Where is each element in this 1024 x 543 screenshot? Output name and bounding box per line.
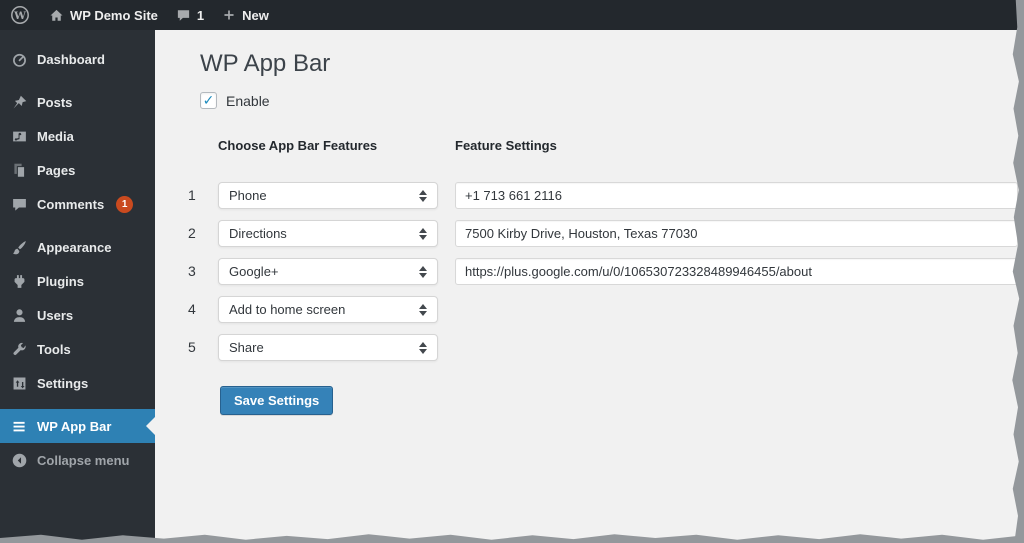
visit-site-link[interactable]: WP Demo Site: [40, 0, 167, 30]
appearance-icon: [10, 238, 28, 256]
feature-select-3[interactable]: Google+: [218, 258, 438, 285]
sidebar-item-comments[interactable]: Comments 1: [0, 187, 155, 221]
sidebar-item-label: Comments: [37, 196, 105, 212]
select-stepper-icon: [419, 341, 429, 354]
admin-sidebar: Dashboard Posts Media Pages Comments 1 A…: [0, 30, 155, 543]
tools-icon: [10, 340, 28, 358]
comments-icon: [10, 195, 28, 213]
feature-select-1[interactable]: Phone: [218, 182, 438, 209]
selected-feature: Directions: [229, 226, 287, 241]
feature-select-4[interactable]: Add to home screen: [218, 296, 438, 323]
sidebar-item-media[interactable]: Media: [0, 119, 155, 153]
posts-icon: [10, 93, 28, 111]
sidebar-item-label: Dashboard: [37, 51, 105, 67]
sidebar-item-label: Posts: [37, 94, 73, 110]
wordpress-logo-icon: W: [10, 5, 30, 25]
dashboard-icon: [10, 50, 28, 68]
comment-bubble-icon: [176, 8, 191, 23]
selected-feature: Google+: [229, 264, 279, 279]
select-stepper-icon: [419, 189, 429, 202]
feature-select-5[interactable]: Share: [218, 334, 438, 361]
feature-select-2[interactable]: Directions: [218, 220, 438, 247]
select-stepper-icon: [419, 227, 429, 240]
row-number: 4: [188, 301, 196, 317]
column-header-settings: Feature Settings: [455, 138, 557, 153]
comments-shortcut[interactable]: 1: [167, 0, 213, 30]
menu-separator: [0, 221, 155, 230]
admin-bar: W WP Demo Site 1 New: [0, 0, 1024, 30]
enable-label: Enable: [226, 92, 270, 109]
row-number: 5: [188, 339, 196, 355]
sidebar-item-pages[interactable]: Pages: [0, 153, 155, 187]
select-stepper-icon: [419, 303, 429, 316]
enable-checkbox[interactable]: [200, 92, 217, 109]
sidebar-item-settings[interactable]: Settings: [0, 366, 155, 400]
sidebar-item-label: Settings: [37, 375, 89, 391]
media-icon: [10, 127, 28, 145]
save-settings-button[interactable]: Save Settings: [220, 386, 334, 415]
sidebar-item-label: Appearance: [37, 239, 112, 255]
selected-feature: Add to home screen: [229, 302, 346, 317]
collapse-menu-button[interactable]: Collapse menu: [0, 443, 155, 477]
row-number: 1: [188, 187, 196, 203]
sidebar-item-appearance[interactable]: Appearance: [0, 230, 155, 264]
sidebar-item-label: Media: [37, 128, 74, 144]
site-name: WP Demo Site: [70, 7, 158, 23]
svg-text:W: W: [13, 10, 26, 22]
sidebar-item-label: Users: [37, 307, 74, 323]
pages-icon: [10, 161, 28, 179]
sidebar-item-label: Plugins: [37, 273, 84, 289]
new-label: New: [242, 7, 269, 23]
selected-feature: Phone: [229, 188, 267, 203]
new-content-button[interactable]: New: [213, 0, 278, 30]
enable-row: Enable: [200, 92, 270, 109]
comment-count: 1: [196, 7, 205, 23]
wordpress-menu-button[interactable]: W: [0, 0, 40, 30]
sidebar-item-dashboard[interactable]: Dashboard: [0, 42, 155, 76]
sidebar-item-posts[interactable]: Posts: [0, 85, 155, 119]
sidebar-item-label: Pages: [37, 162, 76, 178]
row-number: 3: [188, 263, 196, 279]
users-icon: [10, 306, 28, 324]
column-header-features: Choose App Bar Features: [218, 138, 378, 153]
settings-icon: [10, 374, 28, 392]
sidebar-item-wp-app-bar[interactable]: WP App Bar: [0, 409, 155, 443]
sidebar-item-tools[interactable]: Tools: [0, 332, 155, 366]
menu-separator: [0, 400, 155, 409]
plugins-icon: [10, 272, 28, 290]
sidebar-item-label: Collapse menu: [37, 452, 130, 468]
row-number: 2: [188, 225, 196, 241]
settings-page: WP App Bar Enable Choose App Bar Feature…: [155, 30, 1024, 543]
sidebar-item-label: Tools: [37, 341, 71, 357]
page-title: WP App Bar: [200, 50, 331, 77]
sidebar-item-label: WP App Bar: [37, 418, 112, 434]
feature-setting-input-1[interactable]: [455, 182, 1018, 209]
home-icon: [49, 8, 64, 23]
select-stepper-icon: [419, 265, 429, 278]
sidebar-item-plugins[interactable]: Plugins: [0, 264, 155, 298]
menu-separator: [0, 76, 155, 85]
comments-count-badge: 1: [116, 195, 134, 213]
feature-setting-input-3[interactable]: [455, 258, 1018, 285]
feature-setting-input-2[interactable]: [455, 220, 1018, 247]
selected-feature: Share: [229, 340, 264, 355]
collapse-arrow-icon: [10, 451, 28, 469]
wp-app-bar-icon: [10, 417, 28, 435]
wordpress-admin-window: W WP Demo Site 1 New Dashboard Posts Med…: [0, 0, 1024, 543]
sidebar-item-users[interactable]: Users: [0, 298, 155, 332]
plus-icon: [222, 8, 236, 22]
